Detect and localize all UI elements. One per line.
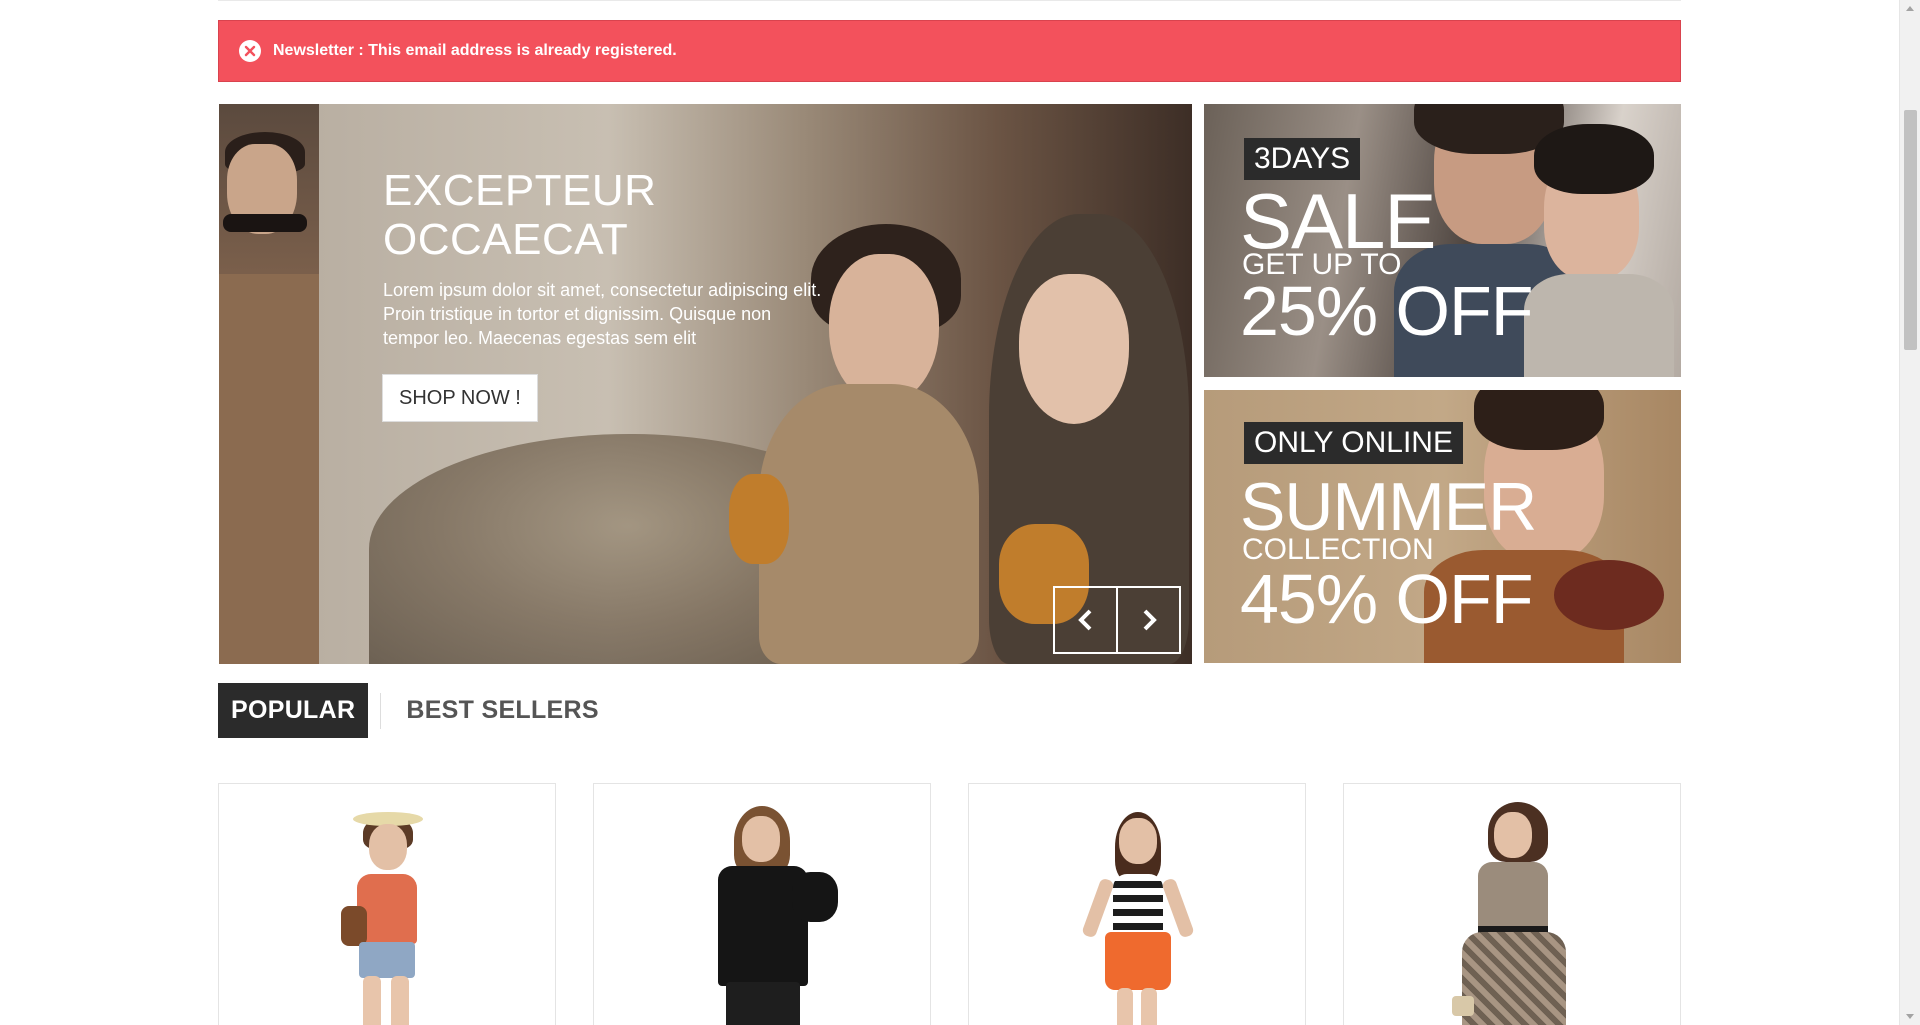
tab-best-sellers[interactable]: BEST SELLERS <box>393 683 612 738</box>
banner-headline: SALE <box>1240 177 1436 265</box>
slide-image-woman-face-1 <box>829 254 939 404</box>
product-tabs: POPULAR BEST SELLERS <box>218 683 612 738</box>
slide-title-line-1: EXCEPTEUR <box>383 166 657 215</box>
header-divider <box>218 0 1681 1</box>
slider-nav <box>1053 586 1181 654</box>
banner-image-woman-hair <box>1534 124 1654 194</box>
slide-image-woman-face-2 <box>1019 274 1129 424</box>
product-image <box>1077 804 1197 1025</box>
banner-discount: 25% OFF <box>1240 272 1534 350</box>
slide-text: Lorem ipsum dolor sit amet, consectetur … <box>383 280 822 348</box>
slider-next-button[interactable] <box>1116 588 1179 652</box>
product-card[interactable] <box>593 783 931 1025</box>
slide-title-line-2: OCCAECAT <box>383 215 629 264</box>
product-card[interactable] <box>1343 783 1681 1025</box>
banner-tag: 3DAYS <box>1244 138 1361 180</box>
scroll-up-icon[interactable] <box>1906 6 1914 11</box>
shop-now-button[interactable]: SHOP NOW ! <box>382 374 538 422</box>
slider-prev-button[interactable] <box>1055 588 1116 652</box>
slide-caption: EXCEPTEUR OCCAECAT Lorem ipsum dolor sit… <box>383 166 823 350</box>
chevron-right-icon <box>1143 609 1157 631</box>
banner-image-model-hair <box>1474 390 1604 450</box>
chevron-left-icon <box>1077 609 1091 631</box>
tab-popular[interactable]: POPULAR <box>218 683 369 738</box>
newsletter-error-alert: Newsletter : This email address is alrea… <box>218 20 1681 82</box>
scrollbar-thumb[interactable] <box>1904 110 1917 350</box>
page: Newsletter : This email address is alrea… <box>0 0 1899 1025</box>
banner-image-coat <box>1524 274 1674 377</box>
slide-title: EXCEPTEUR OCCAECAT <box>383 166 823 264</box>
slide-image-scarf <box>759 384 979 664</box>
product-card[interactable] <box>968 783 1306 1025</box>
product-card[interactable] <box>218 783 556 1025</box>
product-image <box>682 796 842 1025</box>
close-circle-icon[interactable] <box>239 40 261 62</box>
banner-image-sunglasses <box>1554 560 1664 630</box>
scroll-down-icon[interactable] <box>1906 1014 1914 1019</box>
slide-image-man <box>219 104 319 664</box>
banner-tag: ONLY ONLINE <box>1244 422 1463 464</box>
promo-banner-sale[interactable]: 3DAYS SALE GET UP TO 25% OFF <box>1204 104 1681 377</box>
product-image <box>1432 796 1592 1025</box>
alert-message: Newsletter : This email address is alrea… <box>273 42 677 59</box>
slide-image-mitten-2 <box>729 474 789 564</box>
page-scrollbar[interactable] <box>1899 0 1920 1025</box>
promo-banner-summer[interactable]: ONLY ONLINE SUMMER COLLECTION 45% OFF <box>1204 390 1681 663</box>
banner-discount: 45% OFF <box>1240 560 1534 638</box>
hero-slider[interactable]: EXCEPTEUR OCCAECAT Lorem ipsum dolor sit… <box>219 104 1192 664</box>
tab-divider <box>380 692 382 729</box>
product-image <box>327 796 447 1025</box>
